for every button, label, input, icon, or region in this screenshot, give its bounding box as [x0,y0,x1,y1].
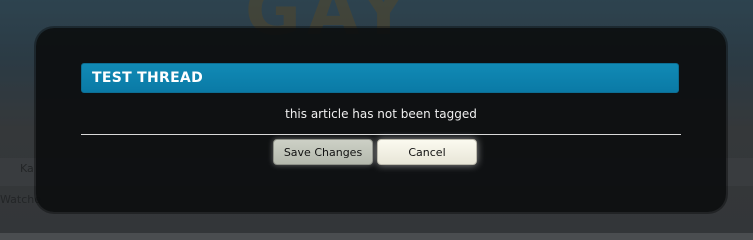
divider [81,134,681,135]
dialog-message: this article has not been tagged [285,107,477,121]
dialog-title: TEST THREAD [92,70,203,86]
save-changes-button[interactable]: Save Changes [273,139,373,165]
cancel-button[interactable]: Cancel [377,139,477,165]
dialog-buttons: Save Changes Cancel [273,139,477,165]
dialog-header: TEST THREAD [81,63,679,93]
tag-dialog: TEST THREAD this article has not been ta… [36,28,726,212]
